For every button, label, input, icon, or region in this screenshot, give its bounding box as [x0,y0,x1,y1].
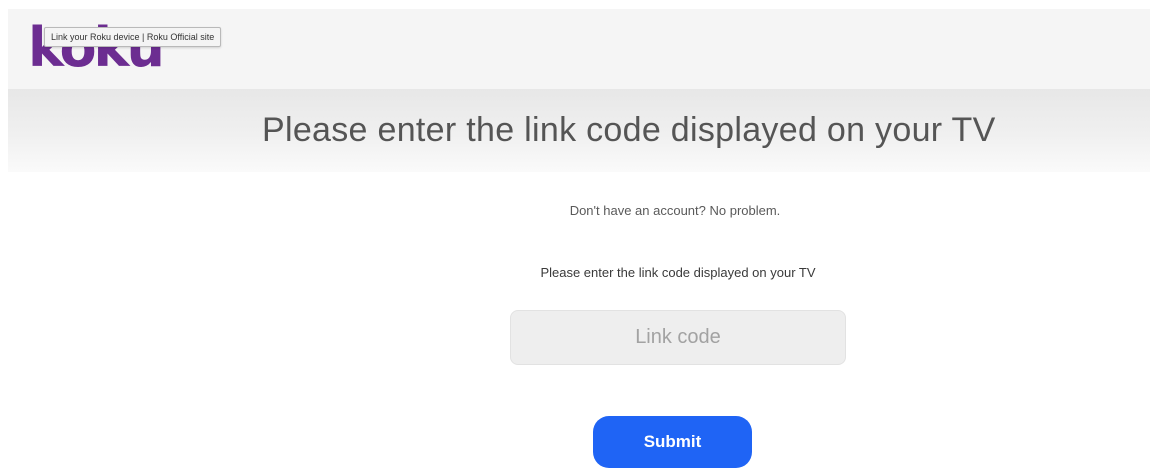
link-code-prompt: Please enter the link code displayed on … [540,265,816,280]
submit-button[interactable]: Submit [593,416,752,468]
page-title-tooltip: Link your Roku device | Roku Official si… [44,27,222,47]
account-note: Don't have an account? No problem. [569,203,781,218]
page: koku Link your Roku device | Roku Offici… [0,0,1150,470]
link-code-input[interactable] [510,310,846,365]
header: koku Link your Roku device | Roku Offici… [8,9,1150,89]
page-title: Please enter the link code displayed on … [262,111,996,149]
